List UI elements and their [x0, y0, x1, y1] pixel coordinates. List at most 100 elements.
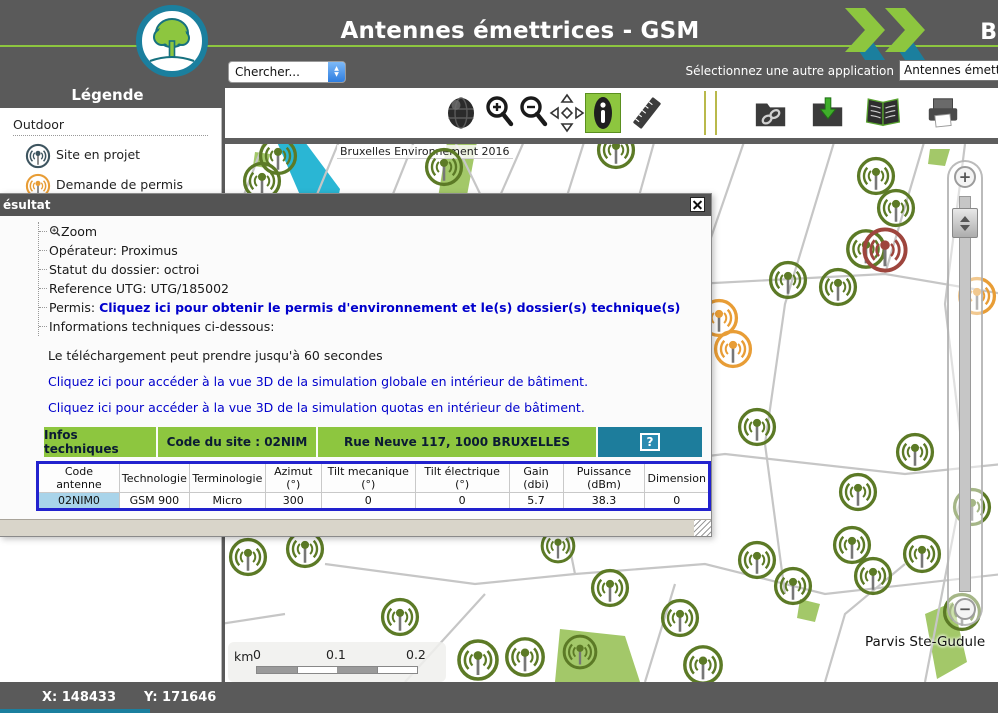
tree-item-infos-techniques: Informations techniques ci-dessous:	[39, 317, 711, 336]
permis-label: Permis:	[49, 300, 99, 315]
antenna-marker[interactable]	[560, 632, 600, 672]
col-gain: Gain (dbi)	[509, 463, 563, 493]
tree-item-zoom[interactable]: Zoom	[39, 222, 711, 241]
zoom-slider-track[interactable]	[959, 196, 971, 592]
antenna-marker[interactable]	[680, 642, 726, 682]
link-3d-globale[interactable]: Cliquez ici pour accéder à la vue 3D de …	[48, 374, 711, 389]
col-technologie: Technologie	[119, 463, 189, 493]
globe-overview-icon[interactable]	[443, 93, 479, 133]
toolbar-separator	[704, 91, 706, 135]
pan-icon[interactable]	[549, 93, 585, 133]
scale-tick: 0.2	[406, 647, 426, 662]
col-tilt-mecanique: Tilt mecanique (°)	[321, 463, 415, 493]
help-segment: ?	[598, 427, 702, 457]
coordinate-y: Y: 171646	[144, 690, 216, 705]
tree-item-label: Zoom	[61, 224, 97, 239]
antenna-marker[interactable]	[893, 430, 937, 474]
antenna-marker[interactable]	[378, 595, 422, 639]
close-icon[interactable]	[690, 197, 705, 212]
download-note: Le téléchargement peut prendre jusqu'à 6…	[48, 348, 711, 363]
zoom-out-icon[interactable]	[516, 93, 552, 133]
antenna-marker[interactable]	[502, 634, 548, 680]
page-title: Antennes émettrices - GSM	[300, 18, 740, 44]
antenna-marker[interactable]	[771, 564, 815, 608]
tree-item-reference: Reference UTG: UTG/185002	[39, 279, 711, 298]
cell-gain: 5.7	[509, 493, 563, 510]
cell-puissance: 38.3	[563, 493, 645, 510]
antenna-marker[interactable]	[766, 258, 810, 302]
help-button[interactable]: ?	[640, 433, 660, 451]
antenna-marker[interactable]	[594, 144, 638, 172]
zoom-icon	[49, 225, 61, 237]
slider-up-arrow-icon	[960, 216, 970, 222]
dialog-title: ésultat	[3, 198, 51, 212]
antenna-table: Code antenne Technologie Terminologie Az…	[36, 461, 711, 511]
tree-item-statut: Statut du dossier: octroi	[39, 260, 711, 279]
antenna-marker[interactable]	[422, 145, 466, 189]
bottom-accent-strip	[0, 709, 150, 713]
zoom-slider-handle[interactable]	[952, 208, 978, 238]
slider-down-arrow-icon	[960, 225, 970, 231]
result-tree: Zoom Opérateur: Proximus Statut du dossi…	[38, 222, 711, 336]
coordinate-x: X: 148433	[42, 690, 116, 705]
dialog-titlebar[interactable]: ésultat	[0, 194, 711, 216]
antenna-marker[interactable]	[851, 554, 895, 598]
infos-techniques-bar: Infos techniques Code du site : 02NIM Ru…	[44, 427, 704, 457]
legend-item-site-en-projet: Site en projet	[24, 142, 202, 170]
antenna-marker[interactable]	[658, 596, 702, 640]
tree-icon	[142, 11, 202, 71]
search-dropdown[interactable]: Chercher... ▲▼	[228, 61, 346, 83]
zoom-plus-button[interactable]: +	[954, 166, 976, 188]
legend-book-icon[interactable]	[865, 93, 901, 133]
antenna-marker[interactable]	[816, 265, 860, 309]
scale-unit: km	[234, 649, 253, 664]
cell-code-antenne: 02NIM0	[38, 493, 120, 510]
antenna-marker[interactable]	[735, 405, 779, 449]
col-tilt-electrique: Tilt électrique (°)	[415, 463, 509, 493]
code-du-site-header: Code du site : 02NIM	[158, 427, 316, 457]
tree-item-permis: Permis: Cliquez ici pour obtenir le perm…	[39, 298, 711, 317]
antenna-marker[interactable]	[836, 470, 880, 514]
chevrons-icon	[845, 8, 929, 64]
app-picker-dropdown[interactable]: Antennes émettric	[899, 60, 998, 81]
cell-tilt-electrique: 0	[415, 493, 509, 510]
map-zoom-slider[interactable]: + −	[947, 160, 983, 626]
brand-text-fragment: B	[980, 20, 997, 45]
table-header-row: Code antenne Technologie Terminologie Az…	[38, 463, 710, 493]
measure-ruler-icon[interactable]	[629, 93, 665, 133]
dropdown-stepper-icon[interactable]: ▲▼	[328, 62, 345, 82]
antenna-marker-selected[interactable]	[859, 224, 911, 276]
identify-info-icon[interactable]	[585, 93, 621, 133]
legend-title: Légende	[0, 86, 215, 104]
map-scale-panel: km 0 0.1 0.2	[228, 642, 446, 682]
cell-tilt-mecanique: 0	[321, 493, 415, 510]
antenna-marker[interactable]	[226, 535, 270, 579]
antenna-marker[interactable]	[454, 636, 502, 682]
app-picker-label: Sélectionnez une autre application	[685, 64, 894, 78]
print-icon[interactable]	[925, 93, 961, 133]
scale-tick: 0	[253, 647, 261, 662]
zoom-in-icon[interactable]	[482, 93, 518, 133]
dialog-horizontal-scrollbar[interactable]	[0, 519, 711, 536]
resize-grip-icon[interactable]	[694, 520, 711, 536]
antenna-marker[interactable]	[900, 532, 944, 576]
permis-link[interactable]: Cliquez ici pour obtenir le permis d'env…	[99, 300, 680, 315]
antenna-marker-permit[interactable]	[711, 327, 755, 371]
link-folder-icon[interactable]	[753, 93, 789, 133]
legend-group-outdoor: Outdoor	[13, 117, 208, 136]
legend-item-label: Site en projet	[52, 142, 202, 162]
antenna-marker[interactable]	[588, 566, 632, 610]
dialog-content: Zoom Opérateur: Proximus Statut du dossi…	[0, 216, 711, 521]
site-address-header: Rue Neuve 117, 1000 BRUXELLES	[318, 427, 596, 457]
brussels-environment-logo	[136, 5, 208, 77]
place-label: Parvis Ste-Gudule	[865, 634, 985, 650]
download-folder-icon[interactable]	[810, 93, 846, 133]
scale-tick: 0.1	[326, 647, 346, 662]
link-3d-quotas[interactable]: Cliquez ici pour accéder à la vue 3D de …	[48, 400, 711, 415]
antenna-site-projet-icon	[24, 142, 52, 170]
zoom-minus-button[interactable]: −	[954, 598, 976, 620]
cell-technologie: GSM 900	[119, 493, 189, 510]
infos-techniques-header: Infos techniques	[44, 427, 156, 457]
col-dimension: Dimension	[645, 463, 710, 493]
col-terminologie: Terminologie	[189, 463, 265, 493]
